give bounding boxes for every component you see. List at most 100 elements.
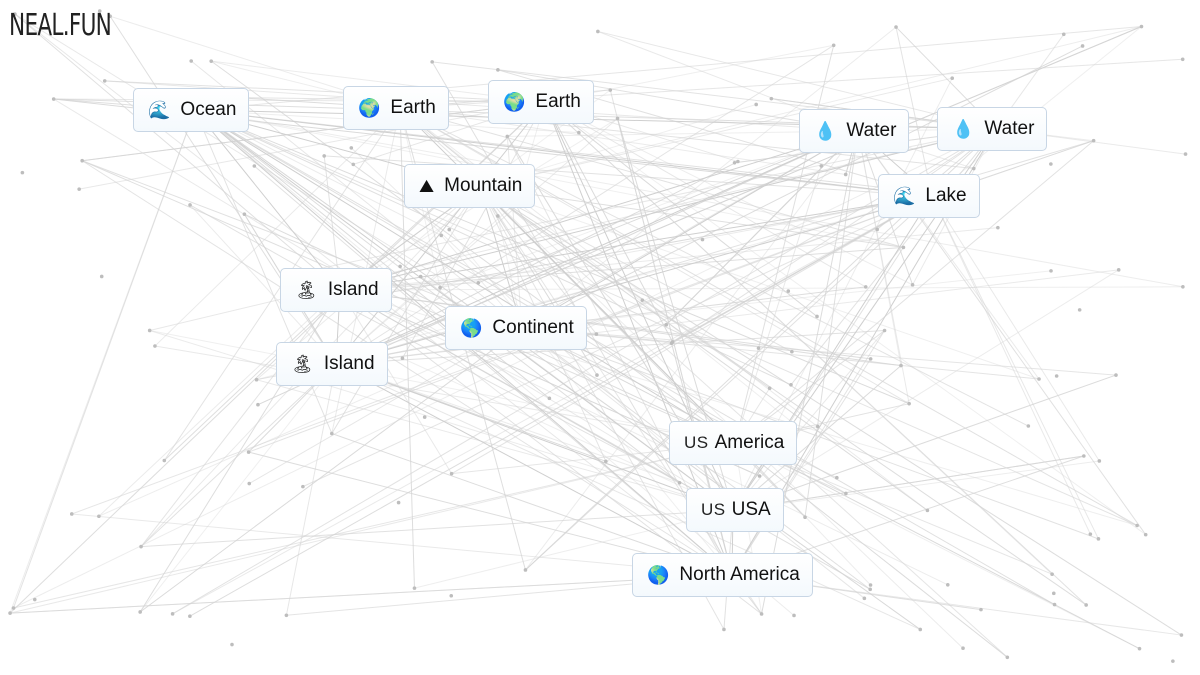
graph-dot xyxy=(1143,532,1148,537)
us-flag-icon: US xyxy=(684,433,709,452)
graph-dot xyxy=(1096,537,1101,541)
connection-line xyxy=(339,227,998,291)
element-label: Continent xyxy=(492,317,574,338)
graph-dot xyxy=(170,612,175,616)
graph-dot xyxy=(863,285,868,289)
island-icon: 🏝 xyxy=(295,279,318,300)
graph-dot xyxy=(786,289,791,293)
graph-dot xyxy=(875,227,879,232)
graph-dot xyxy=(80,158,84,163)
graph-dot xyxy=(77,187,81,191)
graph-dot xyxy=(594,332,599,336)
graph-dot xyxy=(1088,532,1093,536)
element-label: Earth xyxy=(390,97,436,118)
element-america[interactable]: US America xyxy=(669,421,798,465)
graph-dot xyxy=(1054,374,1059,378)
element-island[interactable]: 🏝 Island xyxy=(276,342,388,386)
element-ocean[interactable]: 🌊 Ocean xyxy=(133,88,250,132)
graph-dot xyxy=(97,514,101,519)
element-mountain[interactable]: ⛰ Mountain xyxy=(404,164,536,208)
mountain-icon: ⛰ xyxy=(419,175,435,196)
graph-dot xyxy=(242,212,247,216)
graph-dot xyxy=(505,134,510,139)
element-water[interactable]: 💧 Water xyxy=(937,107,1048,151)
graph-dot xyxy=(754,102,758,107)
graph-dot xyxy=(230,642,234,647)
graph-dot xyxy=(1037,377,1041,381)
connection-line xyxy=(931,195,1100,462)
graph-dot xyxy=(894,25,898,29)
droplet-icon: 💧 xyxy=(814,120,837,141)
globe-americas-icon: 🌎 xyxy=(460,317,483,338)
graph-dot xyxy=(438,285,442,290)
element-label: America xyxy=(714,432,785,453)
wave-icon: 🌊 xyxy=(148,99,171,120)
island-icon: 🏝 xyxy=(291,353,314,374)
graph-dot xyxy=(153,344,157,348)
element-label: Water xyxy=(984,118,1035,139)
graph-dot xyxy=(1091,138,1096,143)
graph-dot xyxy=(1114,373,1118,377)
graph-dot xyxy=(790,349,794,354)
element-label: Mountain xyxy=(444,175,523,196)
element-north-america[interactable]: 🌎 North America xyxy=(632,553,813,597)
graph-dot xyxy=(615,116,620,121)
graph-dot xyxy=(523,568,528,572)
graph-dot xyxy=(1052,602,1057,607)
graph-dot xyxy=(349,146,354,150)
graph-dot xyxy=(254,377,259,382)
graph-dot xyxy=(803,515,807,519)
globe-africa-icon: 🌍 xyxy=(503,91,526,112)
graph-dot xyxy=(32,597,37,602)
globe-americas-icon: 🌎 xyxy=(647,564,670,585)
graph-dot xyxy=(301,484,305,489)
graph-dot xyxy=(1077,308,1082,312)
graph-dot xyxy=(835,475,839,480)
graph-dot xyxy=(99,274,104,279)
graph-dot xyxy=(910,283,915,287)
element-continent[interactable]: 🌎 Continent xyxy=(445,306,587,350)
element-island[interactable]: 🏝 Island xyxy=(280,268,392,312)
site-logo[interactable]: NEAL.FUN xyxy=(9,8,112,43)
graph-dot xyxy=(792,613,796,618)
graph-dot xyxy=(677,480,682,485)
graph-dot xyxy=(925,508,930,513)
graph-dot xyxy=(604,459,608,464)
element-water[interactable]: 💧 Water xyxy=(799,109,910,153)
graph-dot xyxy=(496,68,500,72)
element-earth[interactable]: 🌍 Earth xyxy=(343,86,449,130)
graph-dot xyxy=(189,59,194,63)
element-usa[interactable]: US USA xyxy=(686,488,784,532)
graph-dot xyxy=(246,450,251,454)
element-label: Ocean xyxy=(180,99,237,120)
graph-dot xyxy=(430,60,434,64)
graph-dot xyxy=(815,314,819,319)
graph-dot xyxy=(1179,633,1184,637)
graph-dot xyxy=(1061,32,1066,37)
graph-dot xyxy=(400,356,405,361)
graph-dot xyxy=(862,596,867,601)
graph-dot xyxy=(979,607,983,612)
graph-dot xyxy=(595,373,599,377)
connection-line xyxy=(285,363,337,616)
us-flag-icon: US xyxy=(701,500,726,519)
element-earth[interactable]: 🌍 Earth xyxy=(488,80,594,124)
graph-dot xyxy=(1139,24,1144,29)
graph-dot xyxy=(577,130,581,135)
graph-dot xyxy=(732,160,737,165)
graph-dot xyxy=(412,586,417,590)
graph-dot xyxy=(496,214,500,218)
graph-dot xyxy=(759,612,764,616)
graph-dot xyxy=(756,346,761,350)
graph-dot xyxy=(882,328,887,333)
graph-dot xyxy=(670,340,675,344)
graph-dot xyxy=(139,544,143,549)
graph-dot xyxy=(843,172,848,177)
graph-dot xyxy=(1005,655,1010,660)
graph-dot xyxy=(209,59,214,63)
element-lake[interactable]: 🌊 Lake xyxy=(878,174,980,218)
graph-dot xyxy=(1097,459,1102,463)
graph-dot xyxy=(722,627,726,632)
element-label: Lake xyxy=(925,185,967,206)
graph-dot xyxy=(1180,57,1185,62)
